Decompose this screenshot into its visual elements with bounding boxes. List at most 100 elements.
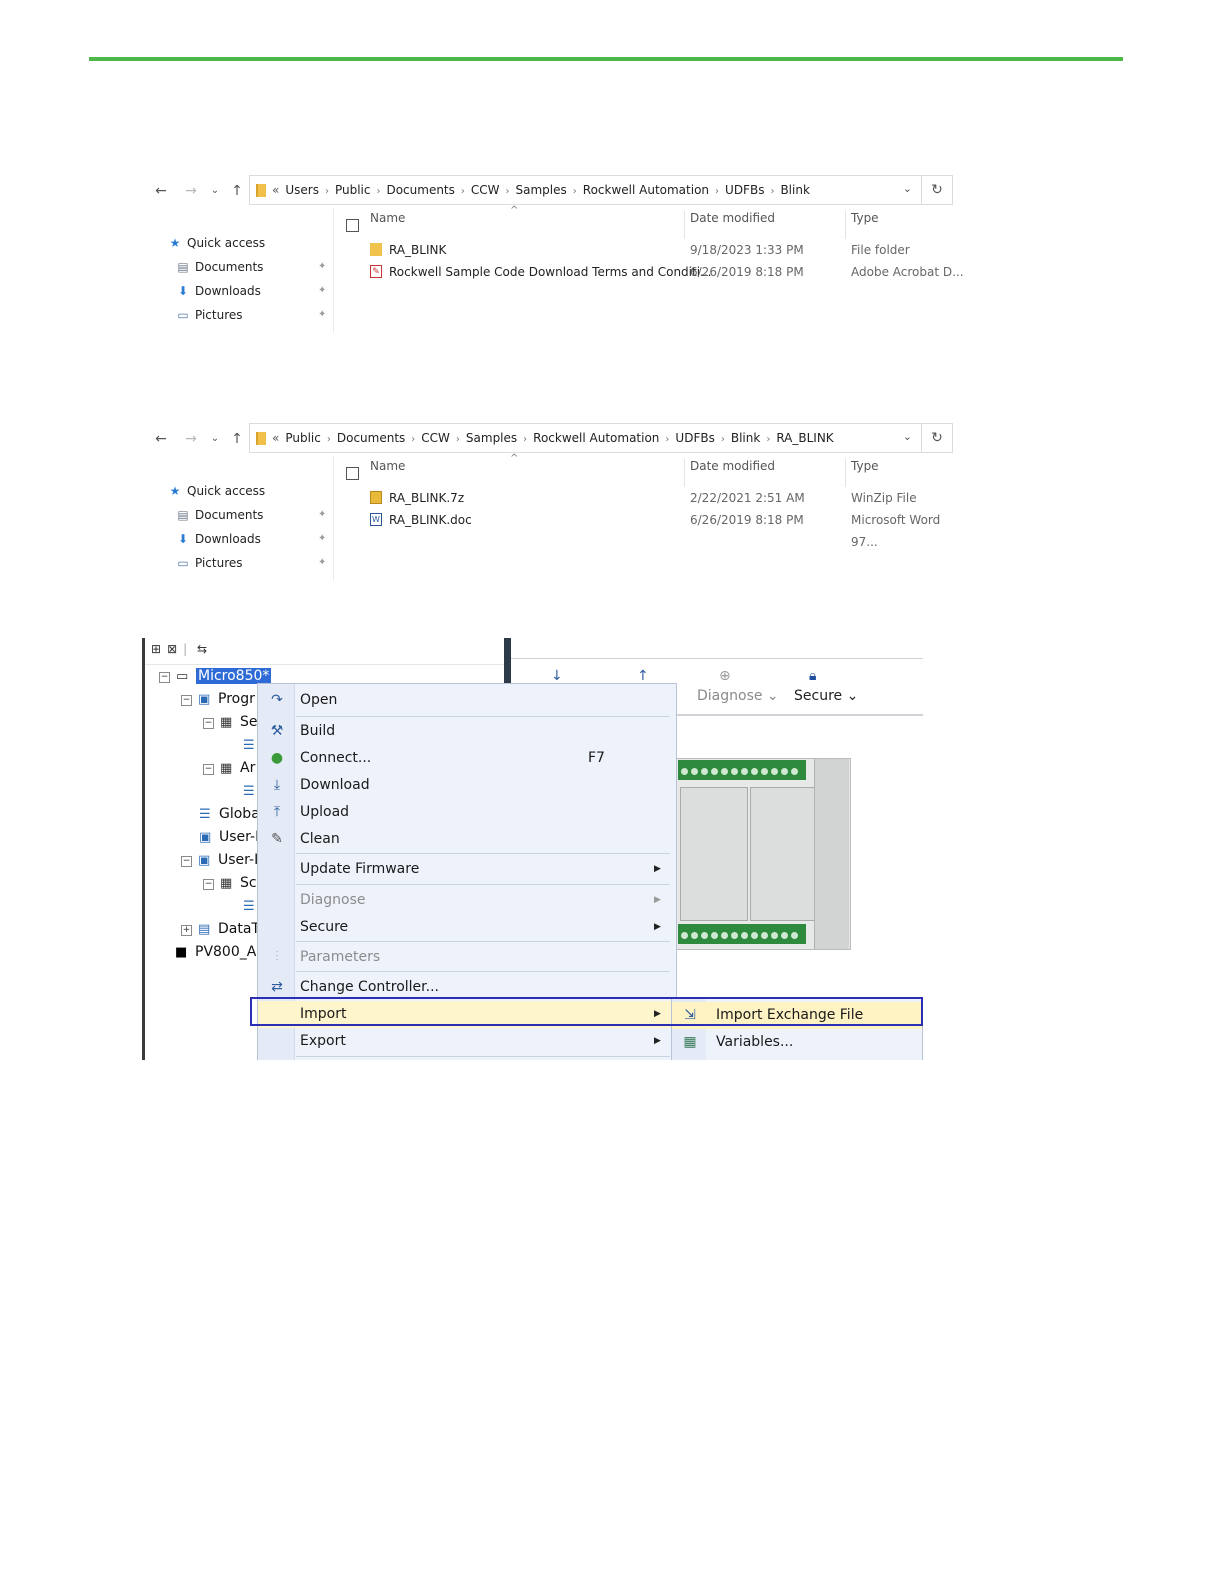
breadcrumb-item[interactable]: Public — [285, 431, 321, 445]
word-icon: W — [370, 513, 382, 526]
hmi-icon: ■ — [175, 945, 188, 960]
star-icon: ★ — [169, 236, 181, 250]
breadcrumb-item[interactable]: UDFBs — [725, 183, 764, 197]
file-row[interactable]: ✎ Rockwell Sample Code Download Terms an… — [346, 261, 966, 283]
column-header-type[interactable]: Type — [851, 459, 879, 473]
tree-node-programs[interactable]: − ▣ Progr — [181, 689, 255, 709]
secure-button[interactable]: Secure ⌄ — [794, 688, 858, 704]
ccw-screenshot: ⊞ ⊠ | ⇆ − ▭ Micro850* − ▣ Progr − ▦ Se ☰ − ▦ Ar ☰ … — [142, 638, 926, 1060]
sidebar-item-documents[interactable]: ▤ Documents ✦ — [168, 255, 338, 279]
refresh-icon[interactable]: ↻ — [921, 424, 952, 452]
tree-node-user-defined-functions[interactable]: − ▣ User-I — [181, 850, 258, 870]
breadcrumb-item[interactable]: RA_BLINK — [776, 431, 833, 445]
pin-icon: ✦ — [318, 509, 327, 520]
folder-icon — [370, 243, 382, 256]
tree-node-controller[interactable]: − ▭ Micro850* — [159, 666, 272, 686]
global-variables-icon: ☰ — [199, 807, 211, 822]
pin-icon: ✦ — [318, 285, 327, 296]
sidebar-item-downloads[interactable]: ⬇ Downloads ✦ — [168, 527, 338, 551]
file-list: ^ Name Date modified Type RA_BLINK.7z 2/… — [346, 453, 966, 549]
breadcrumb-item[interactable]: Public — [335, 183, 371, 197]
diagnose-icon: ⊕ — [719, 668, 731, 684]
up-arrow-icon[interactable]: ↑ — [228, 183, 246, 199]
tree-node-program[interactable]: − ▦ Ar — [203, 758, 255, 778]
address-dropdown-icon[interactable]: ⌄ — [903, 182, 912, 195]
menu-item-connect[interactable]: ● Connect... F7 — [258, 745, 676, 772]
breadcrumb-item[interactable]: Samples — [466, 431, 517, 445]
upload-icon: ⤒ — [273, 804, 281, 820]
organizer-toolbar: ⊞ ⊠ | ⇆ — [151, 642, 208, 656]
menu-item-secure[interactable]: Secure ▶ — [258, 914, 676, 941]
column-header-date[interactable]: Date modified — [690, 459, 775, 473]
sidebar-item-pictures[interactable]: ▭ Pictures ✦ — [168, 551, 338, 575]
tree-node-pv800-application[interactable]: ■ PV800_Ap — [175, 942, 265, 962]
sidebar-item-quick-access[interactable]: ★ Quick access — [168, 479, 338, 503]
sidebar-item-documents[interactable]: ▤ Documents ✦ — [168, 503, 338, 527]
organize-icon[interactable]: ⇆ — [197, 642, 207, 656]
breadcrumb-item[interactable]: CCW — [421, 431, 450, 445]
column-header-name[interactable]: Name — [370, 459, 405, 473]
sidebar-item-downloads[interactable]: ⬇ Downloads ✦ — [168, 279, 338, 303]
terminal-block — [678, 924, 806, 944]
add-device-icon[interactable]: ⊞ — [151, 642, 161, 656]
download-icon[interactable]: ↓ — [551, 668, 563, 684]
forward-arrow-icon[interactable]: → — [182, 183, 200, 199]
recent-locations-chevron-icon[interactable]: ⌄ — [206, 185, 224, 196]
breadcrumb-item[interactable]: Documents — [337, 431, 405, 445]
menu-item-export[interactable]: Export ▶ — [258, 1028, 676, 1055]
up-arrow-icon[interactable]: ↑ — [228, 431, 246, 447]
select-all-checkbox[interactable] — [346, 219, 359, 232]
menu-item-upload[interactable]: ⤒ Upload — [258, 799, 676, 826]
back-arrow-icon[interactable]: ← — [152, 183, 170, 199]
refresh-icon[interactable]: ↻ — [921, 176, 952, 204]
menu-item-clean[interactable]: ✎ Clean — [258, 826, 676, 853]
delete-device-icon[interactable]: ⊠ — [167, 642, 177, 656]
overflow-chevrons[interactable]: « — [272, 431, 279, 445]
column-header-name[interactable]: Name — [370, 211, 405, 225]
submenu-arrow-icon: ▶ — [654, 1036, 661, 1046]
breadcrumb-item[interactable]: Rockwell Automation — [533, 431, 659, 445]
user-defined-icon: ▣ — [199, 830, 212, 845]
breadcrumb-item[interactable]: Users — [285, 183, 319, 197]
breadcrumb-item[interactable]: Blink — [780, 183, 809, 197]
breadcrumb-item[interactable]: Samples — [516, 183, 567, 197]
file-row[interactable]: RA_BLINK 9/18/2023 1:33 PM File folder — [346, 239, 966, 261]
recent-locations-chevron-icon[interactable]: ⌄ — [206, 433, 224, 444]
back-arrow-icon[interactable]: ← — [152, 431, 170, 447]
forward-arrow-icon[interactable]: → — [182, 431, 200, 447]
upload-icon[interactable]: ↑ — [637, 668, 649, 684]
program-icon: ▦ — [220, 761, 233, 776]
tree-node-global-variables[interactable]: ☰ Globa — [199, 804, 260, 824]
tree-node-data-types[interactable]: + ▤ DataT — [181, 919, 260, 939]
menu-item-build[interactable]: ⚒ Build — [258, 718, 676, 745]
file-row[interactable]: W RA_BLINK.doc 6/26/2019 8:18 PM Microso… — [346, 509, 966, 549]
tree-node-program[interactable]: − ▦ Se — [203, 712, 258, 732]
breadcrumb-item[interactable]: Blink — [731, 431, 760, 445]
overflow-chevrons[interactable]: « — [272, 183, 279, 197]
diagnose-button[interactable]: Diagnose ⌄ — [697, 688, 779, 704]
select-all-checkbox[interactable] — [346, 467, 359, 480]
data-types-icon: ▤ — [198, 922, 211, 937]
pane-divider — [333, 209, 334, 333]
file-row[interactable]: RA_BLINK.7z 2/22/2021 2:51 AM WinZip Fil… — [346, 487, 966, 509]
address-dropdown-icon[interactable]: ⌄ — [903, 430, 912, 443]
breadcrumb-item[interactable]: UDFBs — [675, 431, 714, 445]
column-header-date[interactable]: Date modified — [690, 211, 775, 225]
submenu-arrow-icon: ▶ — [654, 922, 661, 932]
breadcrumb-item[interactable]: Documents — [386, 183, 454, 197]
program-icon: ▦ — [220, 876, 233, 891]
address-bar[interactable]: «Public › Documents › CCW › Samples › Rockwell A… — [249, 423, 953, 453]
menu-item-update-firmware[interactable]: Update Firmware ▶ — [258, 856, 676, 883]
breadcrumb-item[interactable]: Rockwell Automation — [583, 183, 709, 197]
breadcrumb-item[interactable]: CCW — [471, 183, 500, 197]
tree-node-user-defined-function-blocks[interactable]: ▣ User-I — [199, 827, 259, 847]
menu-item-variables[interactable]: ▦ Variables... — [672, 1029, 922, 1056]
menu-item-open[interactable]: ↷ Open — [258, 687, 676, 714]
column-header-type[interactable]: Type — [851, 211, 879, 225]
sidebar-item-quick-access[interactable]: ★ Quick access — [168, 231, 338, 255]
file-list: ^ Name Date modified Type RA_BLINK 9/18/… — [346, 205, 966, 283]
address-bar[interactable]: «Users › Public › Documents › CCW › Samples › Rock… — [249, 175, 953, 205]
tree-node-function[interactable]: − ▦ Sc — [203, 873, 257, 893]
sidebar-item-pictures[interactable]: ▭ Pictures ✦ — [168, 303, 338, 327]
menu-item-download[interactable]: ⤓ Download — [258, 772, 676, 799]
